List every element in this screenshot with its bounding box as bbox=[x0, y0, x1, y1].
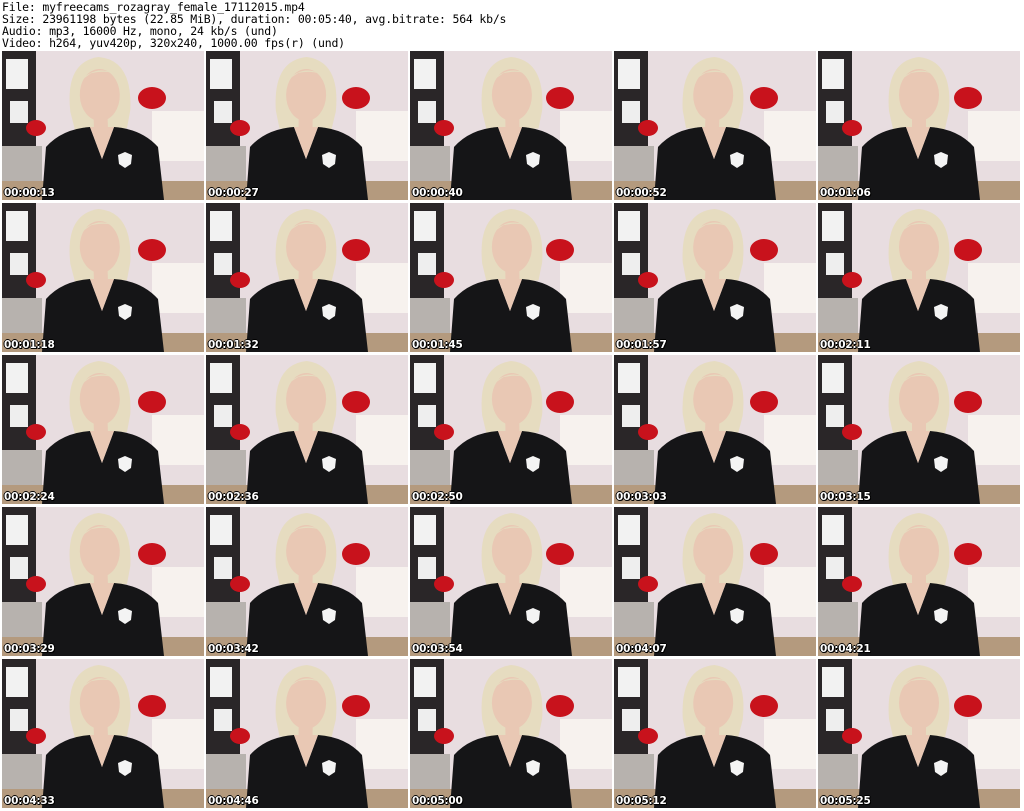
video-frame-image bbox=[818, 507, 1020, 656]
timestamp-label: 00:02:50 bbox=[412, 491, 463, 503]
video-thumbnail[interactable]: 00:00:52 bbox=[614, 51, 816, 200]
timestamp-label: 00:03:54 bbox=[412, 643, 463, 655]
timestamp-label: 00:02:36 bbox=[208, 491, 259, 503]
video-thumbnail[interactable]: 00:04:46 bbox=[206, 659, 408, 808]
video-thumbnail[interactable]: 00:00:13 bbox=[2, 51, 204, 200]
video-frame-image bbox=[410, 659, 612, 808]
video-frame-image bbox=[614, 51, 816, 200]
video-thumbnail[interactable]: 00:01:18 bbox=[2, 203, 204, 352]
video-frame-image bbox=[410, 203, 612, 352]
timestamp-label: 00:00:27 bbox=[208, 187, 259, 199]
video-thumbnail[interactable]: 00:03:42 bbox=[206, 507, 408, 656]
video-thumbnail[interactable]: 00:04:33 bbox=[2, 659, 204, 808]
video-frame-image bbox=[410, 507, 612, 656]
timestamp-label: 00:04:46 bbox=[208, 795, 259, 807]
timestamp-label: 00:00:13 bbox=[4, 187, 55, 199]
video-thumbnail[interactable]: 00:02:36 bbox=[206, 355, 408, 504]
video-thumbnail[interactable]: 00:01:45 bbox=[410, 203, 612, 352]
video-frame-image bbox=[614, 355, 816, 504]
video-frame-image bbox=[614, 507, 816, 656]
timestamp-label: 00:03:29 bbox=[4, 643, 55, 655]
video-frame-image bbox=[2, 507, 204, 656]
video-frame-image bbox=[818, 355, 1020, 504]
video-frame-image bbox=[206, 659, 408, 808]
timestamp-label: 00:00:40 bbox=[412, 187, 463, 199]
timestamp-label: 00:03:03 bbox=[616, 491, 667, 503]
video-thumbnail[interactable]: 00:05:12 bbox=[614, 659, 816, 808]
video-frame-image bbox=[614, 659, 816, 808]
video-frame-image bbox=[614, 203, 816, 352]
video-thumbnail[interactable]: 00:05:25 bbox=[818, 659, 1020, 808]
video-thumbnail[interactable]: 00:01:32 bbox=[206, 203, 408, 352]
video-frame-image bbox=[206, 355, 408, 504]
timestamp-label: 00:05:25 bbox=[820, 795, 871, 807]
video-thumbnail[interactable]: 00:02:11 bbox=[818, 203, 1020, 352]
timestamp-label: 00:01:57 bbox=[616, 339, 667, 351]
video-frame-image bbox=[2, 203, 204, 352]
timestamp-label: 00:00:52 bbox=[616, 187, 667, 199]
timestamp-label: 00:05:12 bbox=[616, 795, 667, 807]
timestamp-label: 00:02:11 bbox=[820, 339, 871, 351]
video-frame-image bbox=[818, 51, 1020, 200]
timestamp-label: 00:03:42 bbox=[208, 643, 259, 655]
video-thumbnail[interactable]: 00:04:21 bbox=[818, 507, 1020, 656]
video-thumbnail[interactable]: 00:03:29 bbox=[2, 507, 204, 656]
video-frame-image bbox=[206, 51, 408, 200]
timestamp-label: 00:01:18 bbox=[4, 339, 55, 351]
video-frame-image bbox=[410, 355, 612, 504]
video-frame-image bbox=[2, 355, 204, 504]
video-thumbnail[interactable]: 00:03:54 bbox=[410, 507, 612, 656]
video-frame-image bbox=[2, 51, 204, 200]
timestamp-label: 00:01:32 bbox=[208, 339, 259, 351]
video-frame-image bbox=[206, 507, 408, 656]
video-frame-image bbox=[206, 203, 408, 352]
timestamp-label: 00:02:24 bbox=[4, 491, 55, 503]
video-thumbnail[interactable]: 00:00:27 bbox=[206, 51, 408, 200]
video-thumbnail[interactable]: 00:05:00 bbox=[410, 659, 612, 808]
video-frame-image bbox=[818, 203, 1020, 352]
video-thumbnail[interactable]: 00:01:06 bbox=[818, 51, 1020, 200]
video-thumbnail[interactable]: 00:02:50 bbox=[410, 355, 612, 504]
video-thumbnail[interactable]: 00:04:07 bbox=[614, 507, 816, 656]
file-info-header: File: myfreecams_rozagray_female_1711201… bbox=[0, 0, 1024, 50]
video-frame-image bbox=[2, 659, 204, 808]
video-thumbnail[interactable]: 00:01:57 bbox=[614, 203, 816, 352]
timestamp-label: 00:03:15 bbox=[820, 491, 871, 503]
video-thumbnail[interactable]: 00:03:15 bbox=[818, 355, 1020, 504]
video-thumbnail[interactable]: 00:00:40 bbox=[410, 51, 612, 200]
timestamp-label: 00:01:06 bbox=[820, 187, 871, 199]
timestamp-label: 00:05:00 bbox=[412, 795, 463, 807]
video-thumbnail[interactable]: 00:02:24 bbox=[2, 355, 204, 504]
timestamp-label: 00:04:33 bbox=[4, 795, 55, 807]
video-frame-image bbox=[410, 51, 612, 200]
timestamp-label: 00:01:45 bbox=[412, 339, 463, 351]
timestamp-label: 00:04:21 bbox=[820, 643, 871, 655]
video-frame-image bbox=[818, 659, 1020, 808]
thumbnail-grid: 00:00:13 00:00:27 00:00:40 00:00:52 00:01:06… bbox=[0, 50, 1024, 811]
video-line: Video: h264, yuv420p, 320x240, 1000.00 f… bbox=[2, 36, 345, 50]
timestamp-label: 00:04:07 bbox=[616, 643, 667, 655]
video-thumbnail[interactable]: 00:03:03 bbox=[614, 355, 816, 504]
